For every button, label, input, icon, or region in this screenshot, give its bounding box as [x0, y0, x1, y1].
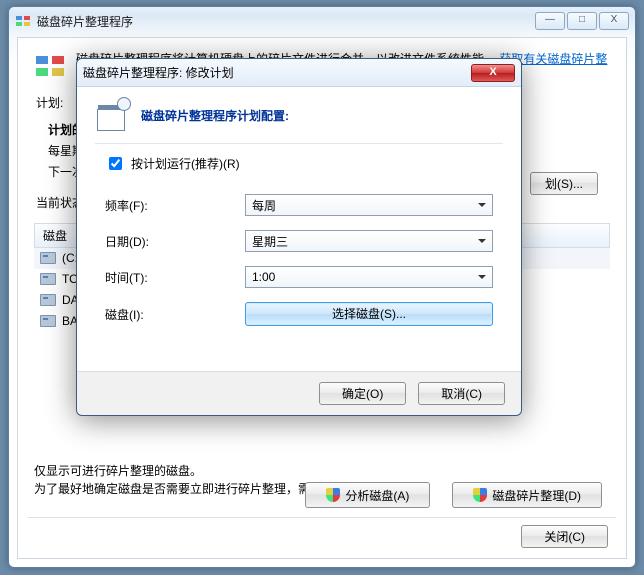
close-button[interactable]: X — [599, 12, 629, 30]
run-scheduled-label: 按计划运行(推荐)(R) — [131, 155, 240, 172]
titlebar: 磁盘碎片整理程序 — □ X — [9, 7, 635, 35]
time-combo[interactable]: 1:00 — [245, 266, 493, 288]
disk-select-label: 磁盘(I): — [105, 306, 245, 323]
analyze-button[interactable]: 分析磁盘(A) — [305, 482, 430, 508]
modal-separator — [95, 143, 503, 144]
time-label: 时间(T): — [105, 269, 245, 286]
defrag-button[interactable]: 磁盘碎片整理(D) — [452, 482, 602, 508]
frequency-label: 频率(F): — [105, 197, 245, 214]
modal-titlebar: 磁盘碎片整理程序: 修改计划 X — [77, 59, 521, 87]
run-scheduled-checkbox[interactable] — [109, 157, 122, 170]
frequency-value: 每周 — [252, 197, 276, 214]
disk-icon — [40, 252, 56, 264]
close-main-button[interactable]: 关闭(C) — [521, 525, 608, 548]
disk-icon — [40, 273, 56, 285]
configure-schedule-button[interactable]: 划(S)... — [530, 172, 598, 195]
day-label: 日期(D): — [105, 233, 245, 250]
modal-title: 磁盘碎片整理程序: 修改计划 — [83, 64, 234, 81]
day-combo[interactable]: 星期三 — [245, 230, 493, 252]
note-line1: 仅显示可进行碎片整理的磁盘。 — [34, 462, 610, 480]
day-value: 星期三 — [252, 233, 288, 250]
defrag-icon — [34, 50, 66, 82]
modal-close-button[interactable]: X — [471, 64, 515, 82]
time-value: 1:00 — [252, 270, 275, 284]
disk-icon — [40, 294, 56, 306]
modify-schedule-dialog: 磁盘碎片整理程序: 修改计划 X 磁盘碎片整理程序计划配置: 按计划运行(推荐)… — [76, 58, 522, 416]
disk-icon — [40, 315, 56, 327]
modal-heading: 磁盘碎片整理程序计划配置: — [141, 107, 289, 124]
minimize-button[interactable]: — — [535, 12, 565, 30]
maximize-button[interactable]: □ — [567, 12, 597, 30]
frequency-combo[interactable]: 每周 — [245, 194, 493, 216]
calendar-clock-icon — [97, 99, 129, 131]
cancel-button[interactable]: 取消(C) — [418, 382, 505, 405]
select-disk-button[interactable]: 选择磁盘(S)... — [245, 302, 493, 326]
ok-button[interactable]: 确定(O) — [319, 382, 406, 405]
window-title: 磁盘碎片整理程序 — [37, 13, 133, 30]
app-icon — [15, 13, 31, 29]
footer-separator — [28, 517, 616, 518]
